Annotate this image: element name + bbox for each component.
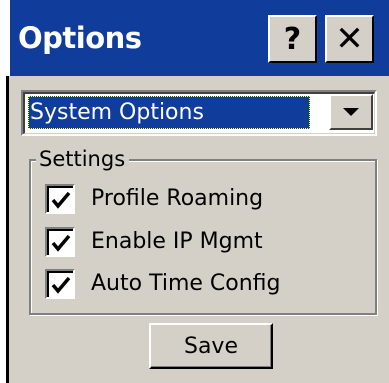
- auto-time-config-checkbox[interactable]: [45, 269, 75, 299]
- dropdown-arrow-button[interactable]: [329, 94, 373, 130]
- dropdown-selected-value[interactable]: System Options: [28, 96, 310, 129]
- options-window: Options ? ✕ System Options Settings Prof…: [0, 0, 389, 383]
- help-button[interactable]: ?: [268, 15, 317, 63]
- close-button[interactable]: ✕: [325, 15, 374, 63]
- enable-ip-mgmt-label: Enable IP Mgmt: [91, 229, 263, 254]
- chevron-down-icon: [343, 108, 359, 116]
- title-bar: Options ? ✕: [0, 0, 389, 76]
- options-dropdown[interactable]: System Options: [21, 90, 377, 136]
- window-title: Options: [18, 21, 142, 55]
- profile-roaming-option[interactable]: Profile Roaming: [45, 183, 263, 215]
- save-button[interactable]: Save: [149, 323, 273, 369]
- profile-roaming-checkbox[interactable]: [45, 184, 75, 214]
- checkmark-icon: [51, 191, 71, 209]
- profile-roaming-label: Profile Roaming: [91, 186, 264, 211]
- enable-ip-mgmt-checkbox[interactable]: [45, 227, 75, 257]
- enable-ip-mgmt-option[interactable]: Enable IP Mgmt: [45, 226, 263, 258]
- checkmark-icon: [51, 276, 71, 294]
- auto-time-config-option[interactable]: Auto Time Config: [45, 268, 281, 300]
- auto-time-config-label: Auto Time Config: [91, 271, 281, 296]
- checkmark-icon: [51, 234, 71, 252]
- settings-group-label: Settings: [36, 146, 130, 172]
